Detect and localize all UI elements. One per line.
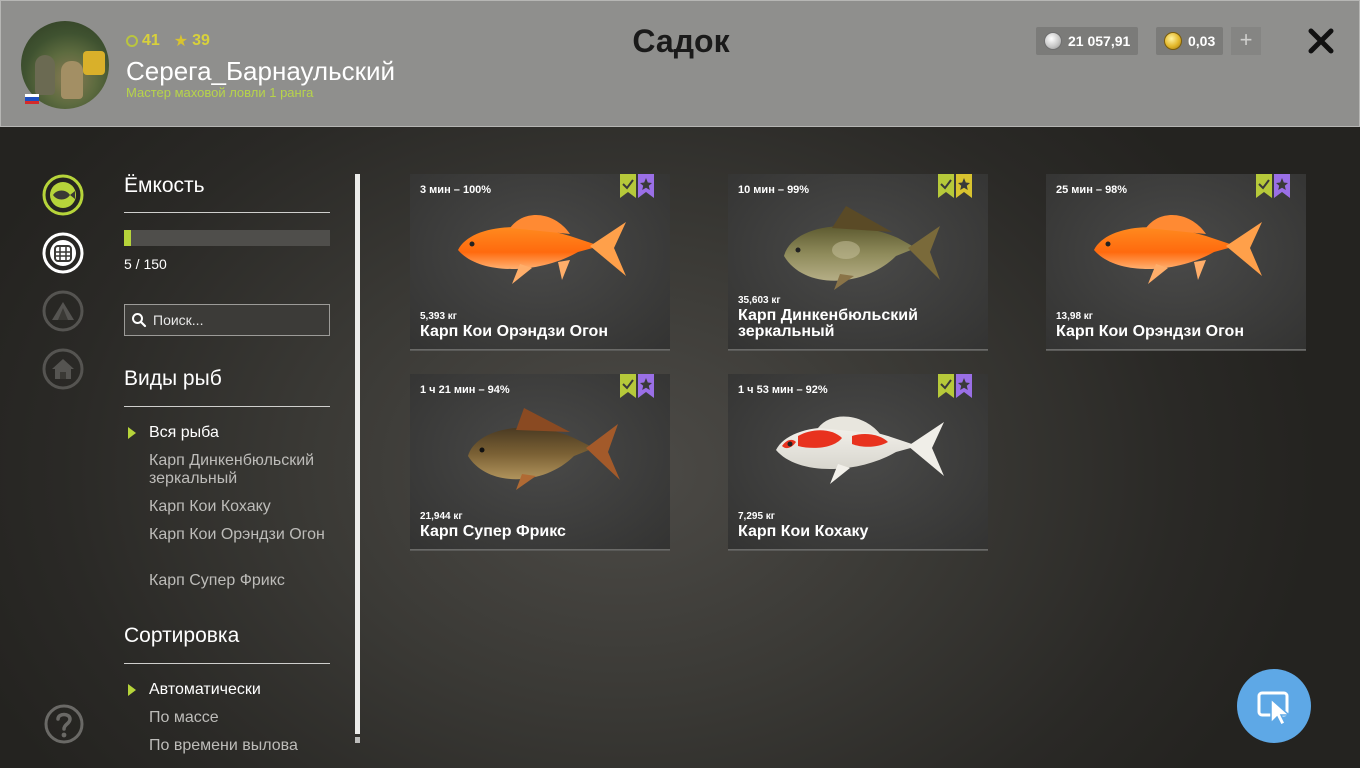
fish-icon <box>42 174 84 216</box>
tent-icon <box>42 290 84 332</box>
species-item-all[interactable]: Вся рыба <box>149 424 339 442</box>
help-button[interactable] <box>44 704 84 744</box>
fish-card[interactable]: 1 ч 53 мин – 92% 7,295 кг Карп Кои Кохак… <box>728 374 988 550</box>
catch-time: 25 мин – 98% <box>1056 184 1128 196</box>
star-badge-icon <box>638 174 654 198</box>
card-badges <box>938 174 972 198</box>
fish-card[interactable]: 10 мин – 99% 35,603 кг Карп Динкенбюльск… <box>728 174 988 350</box>
capacity-fill <box>124 230 131 246</box>
card-badges <box>620 174 654 198</box>
species-item[interactable]: Карп Кои Кохаку <box>149 498 339 516</box>
koi-orange-fish-image <box>1094 215 1262 284</box>
fish-card[interactable]: 25 мин – 98% 13,98 кг Карп Кои Орэндзи О… <box>1046 174 1306 350</box>
search-input[interactable] <box>153 312 323 328</box>
cursor-mode-button[interactable] <box>1237 669 1311 743</box>
fish-name: Карп Кои Орэндзи Огон <box>1056 323 1244 340</box>
check-badge-icon <box>620 174 636 198</box>
sort-divider <box>124 663 330 664</box>
question-icon <box>44 704 84 744</box>
catch-time: 10 мин – 99% <box>738 184 810 196</box>
star-badge-icon <box>956 374 972 398</box>
fish-weight: 5,393 кг <box>420 311 457 322</box>
capacity-title: Ёмкость <box>124 174 205 197</box>
species-title: Виды рыб <box>124 367 222 390</box>
star-badge-icon <box>638 374 654 398</box>
sort-item-time[interactable]: По времени вылова <box>149 737 339 755</box>
fish-name: Карп Кои Орэндзи Огон <box>420 323 608 340</box>
close-button[interactable] <box>1305 25 1337 57</box>
add-gold-button[interactable]: + <box>1231 27 1261 55</box>
check-badge-icon <box>1256 174 1272 198</box>
card-badges <box>1256 174 1290 198</box>
fish-weight: 21,944 кг <box>420 511 463 522</box>
check-badge-icon <box>620 374 636 398</box>
species-item[interactable]: Карп Динкенбюльский зеркальный <box>149 452 339 488</box>
creel-tab[interactable] <box>42 232 84 274</box>
cursor-icon <box>1257 691 1291 727</box>
capacity-text: 5 / 150 <box>124 256 167 272</box>
house-icon <box>42 348 84 390</box>
gold-coin-icon <box>1164 32 1182 50</box>
scrollbar-end <box>355 737 360 743</box>
fish-name: Карп Кои Кохаку <box>738 523 869 540</box>
fish-name: Карп Супер Фрикс <box>420 523 566 540</box>
sort-item-weight[interactable]: По массе <box>149 709 339 727</box>
super-frix-carp-fish-image <box>468 408 620 490</box>
house-tab[interactable] <box>42 348 84 390</box>
keepnet-tab[interactable] <box>42 174 84 216</box>
fish-card[interactable]: 1 ч 21 мин – 94% 21,944 кг Карп Супер Фр… <box>410 374 670 550</box>
check-badge-icon <box>938 174 954 198</box>
fish-net-icon <box>42 232 84 274</box>
fish-weight: 35,603 кг <box>738 295 781 306</box>
star-badge-icon <box>956 174 972 198</box>
tent-tab[interactable] <box>42 290 84 332</box>
catch-time: 1 ч 53 мин – 92% <box>738 384 828 396</box>
card-badges <box>620 374 654 398</box>
catch-time: 3 мин – 100% <box>420 184 492 196</box>
koi-kohaku-fish-image <box>776 416 944 484</box>
silver-coin-icon <box>1044 32 1062 50</box>
card-badges <box>938 374 972 398</box>
sort-title: Сортировка <box>124 624 240 647</box>
scrollbar[interactable] <box>355 174 360 734</box>
species-item[interactable]: Карп Супер Фрикс <box>149 572 339 590</box>
close-icon <box>1308 28 1334 54</box>
fish-card[interactable]: 3 мин – 100% 5,393 кг Карп Кои Орэндзи О… <box>410 174 670 350</box>
fish-weight: 7,295 кг <box>738 511 775 522</box>
header-bar: 41 ★ 39 Серега_Барнаульский Мастер махово… <box>0 0 1360 127</box>
search-icon <box>132 313 147 328</box>
russia-flag-icon <box>25 94 39 104</box>
capacity-divider <box>124 212 330 213</box>
species-divider <box>124 406 330 407</box>
selected-arrow-icon <box>128 427 136 439</box>
koi-orange-fish-image <box>458 215 626 284</box>
silver-balance: 21 057,91 <box>1036 27 1139 55</box>
sort-item-auto[interactable]: Автоматически <box>149 681 339 699</box>
gold-amount: 0,03 <box>1188 33 1216 49</box>
silver-amount: 21 057,91 <box>1068 33 1131 49</box>
fish-name: Карп Динкенбюльский зеркальный <box>738 307 918 340</box>
player-name: Серега_Барнаульский <box>126 56 396 86</box>
fish-weight: 13,98 кг <box>1056 311 1093 322</box>
mirror-carp-fish-image <box>784 206 940 290</box>
player-title: Мастер маховой ловли 1 ранга <box>126 85 314 100</box>
gold-balance: 0,03 <box>1156 27 1224 55</box>
star-badge-icon <box>1274 174 1290 198</box>
search-box[interactable] <box>124 304 330 336</box>
catch-time: 1 ч 21 мин – 94% <box>420 384 510 396</box>
species-item[interactable]: Карп Кои Орэндзи Огон <box>149 526 339 544</box>
check-badge-icon <box>938 374 954 398</box>
selected-arrow-icon <box>128 684 136 696</box>
capacity-bar <box>124 230 330 246</box>
